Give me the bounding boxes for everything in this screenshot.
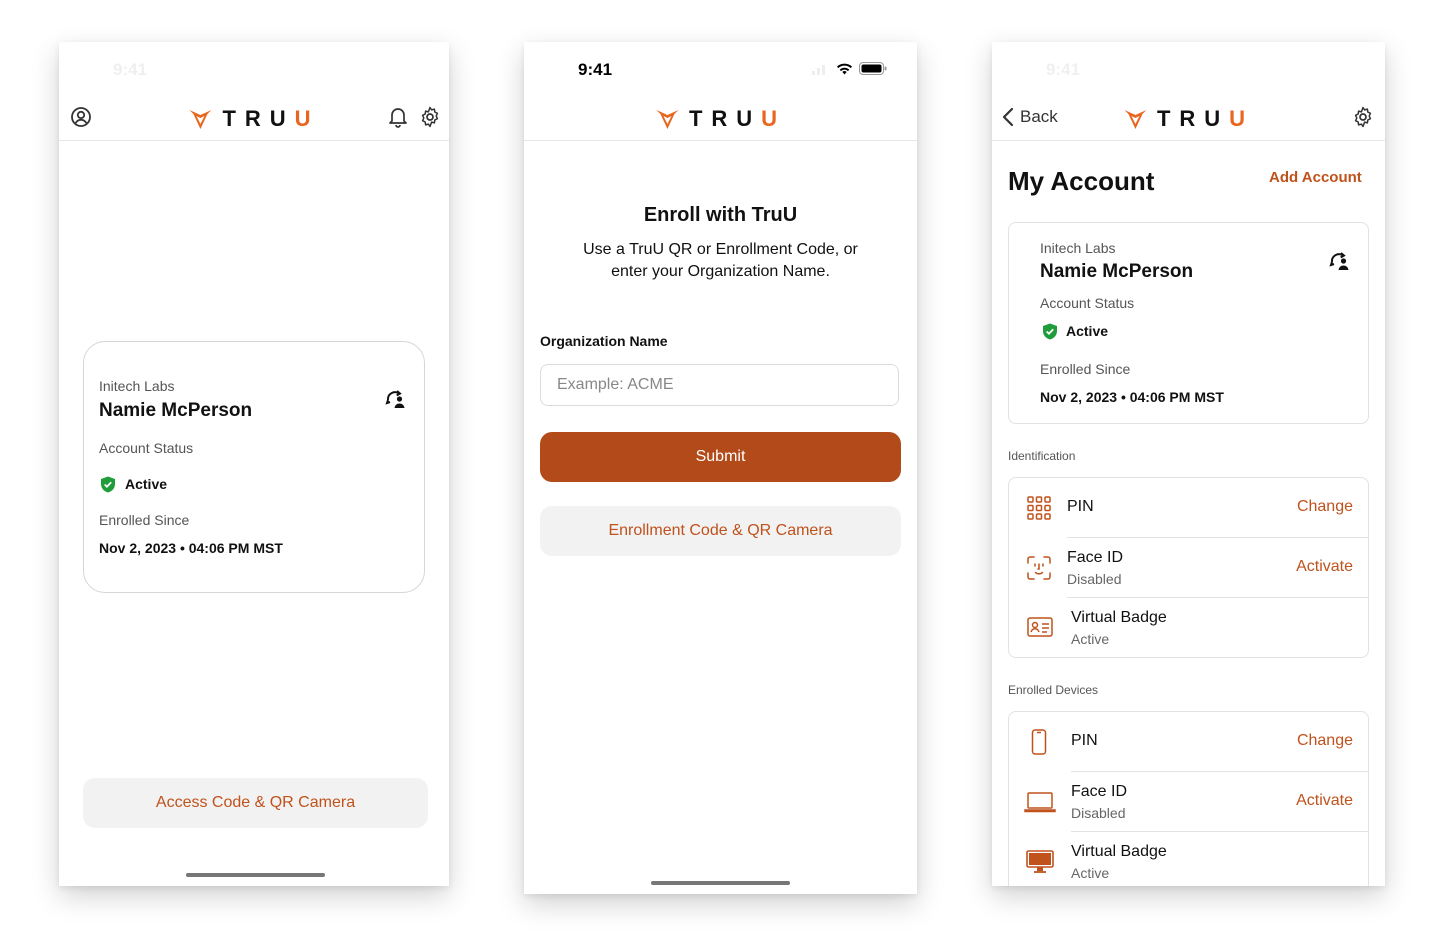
enrolled-label: Enrolled Since <box>99 512 190 528</box>
face-id-icon <box>1027 556 1051 580</box>
enroll-subtitle-2: enter your Organization Name. <box>611 263 830 280</box>
device-item-phone[interactable]: PIN Change <box>1009 712 1368 772</box>
gear-icon[interactable] <box>1352 106 1374 128</box>
submit-button[interactable]: Submit <box>540 432 901 482</box>
enrolled-value: Nov 2, 2023 • 04:06 PM MST <box>1040 389 1224 405</box>
account-card[interactable]: Initech Labs Namie McPerson Account Stat… <box>83 341 425 593</box>
truu-logo: TRUU <box>188 106 319 132</box>
shield-check-icon <box>1042 323 1058 340</box>
status-time: 9:41 <box>578 60 613 79</box>
wifi-icon <box>836 62 853 80</box>
enroll-title: Enroll with TruU <box>643 204 798 226</box>
org-field-label: Organization Name <box>540 333 668 349</box>
item-title: Virtual Badge <box>1071 843 1167 860</box>
enroll-subtitle-1: Use a TruU QR or Enrollment Code, or <box>583 241 858 258</box>
back-label: Back <box>1020 107 1058 126</box>
item-subtitle: Active <box>1071 631 1110 647</box>
enrollment-code-camera-button[interactable]: Enrollment Code & QR Camera <box>540 506 901 556</box>
list-item-face-id[interactable]: Face ID Disabled Activate <box>1009 538 1368 598</box>
account-card[interactable]: Initech Labs Namie McPerson Account Stat… <box>1008 222 1369 424</box>
item-title: PIN <box>1067 498 1094 515</box>
change-device-pin-button[interactable]: Change <box>1297 732 1353 750</box>
home-indicator[interactable] <box>186 873 325 877</box>
phone-icon <box>1031 729 1055 755</box>
enrolled-value: Nov 2, 2023 • 04:06 PM MST <box>99 540 283 556</box>
status-icons <box>812 62 887 80</box>
sync-user-icon[interactable] <box>385 388 407 410</box>
keypad-icon <box>1027 496 1051 520</box>
item-title: Face ID <box>1067 549 1124 566</box>
shield-check-icon <box>100 476 116 493</box>
desktop-icon <box>1026 850 1054 874</box>
status-bar: 9:41 <box>992 42 1385 92</box>
profile-icon[interactable] <box>70 106 92 128</box>
enrolled-label: Enrolled Since <box>1040 361 1131 377</box>
change-pin-button[interactable]: Change <box>1297 498 1353 516</box>
status-bar: 9:41 <box>59 42 449 92</box>
user-name: Namie McPerson <box>1040 261 1194 282</box>
status-value: Active <box>1066 323 1109 339</box>
status-time: 9:41 <box>1046 60 1081 79</box>
back-button[interactable]: Back <box>1002 107 1058 127</box>
truu-logo: TRUU <box>655 106 786 132</box>
item-subtitle: Disabled <box>1071 805 1126 821</box>
item-title: PIN <box>1071 732 1098 749</box>
org-name: Initech Labs <box>99 378 175 394</box>
nav-bar: Back TRUU <box>992 98 1385 141</box>
home-indicator[interactable] <box>651 881 790 885</box>
status-bar: 9:41 <box>524 42 917 92</box>
bell-icon[interactable] <box>387 106 409 128</box>
item-subtitle: Active <box>1071 865 1110 881</box>
gear-icon[interactable] <box>419 106 441 128</box>
battery-icon <box>859 62 887 80</box>
my-account-screen: 9:41 Back TRUU My Account Add Account In… <box>992 42 1385 886</box>
org-name-input[interactable]: Example: ACME <box>540 364 899 406</box>
status-label: Account Status <box>99 440 194 456</box>
device-item-laptop[interactable]: Face ID Disabled Activate <box>1009 772 1368 832</box>
truu-logo: TRUU <box>1123 106 1254 132</box>
chevron-left-icon <box>1002 107 1014 127</box>
nav-bar: TRUU <box>524 98 917 141</box>
page-title: My Account <box>1008 166 1155 196</box>
list-item-pin[interactable]: PIN Change <box>1009 478 1368 538</box>
activate-device-button[interactable]: Activate <box>1296 792 1353 810</box>
enrolled-devices-header: Enrolled Devices <box>1008 683 1099 697</box>
org-name: Initech Labs <box>1040 240 1116 256</box>
identification-header: Identification <box>1008 449 1076 463</box>
badge-icon <box>1027 616 1053 640</box>
item-subtitle: Disabled <box>1067 571 1122 587</box>
identification-list: PIN Change Face ID Disabled Activate Vir… <box>1008 477 1369 658</box>
device-item-desktop[interactable]: Virtual Badge Active <box>1009 832 1368 886</box>
signal-icon <box>812 62 830 80</box>
home-screen: 9:41 TRUU Initech Labs Namie McPerson Ac… <box>59 42 449 886</box>
add-account-link[interactable]: Add Account <box>1269 169 1362 186</box>
user-name: Namie McPerson <box>99 400 253 421</box>
enroll-screen: 9:41 TRUU Enroll with TruU Use a TruU QR… <box>524 42 917 894</box>
logo-wordmark: TRUU <box>222 106 320 131</box>
status-time: 9:41 <box>113 60 148 79</box>
access-code-camera-button[interactable]: Access Code & QR Camera <box>83 778 428 828</box>
list-item-virtual-badge[interactable]: Virtual Badge Active <box>1009 598 1368 658</box>
logo-wordmark: TRUU <box>688 106 787 131</box>
nav-bar: TRUU <box>59 98 449 141</box>
logo-wordmark: TRUU <box>1156 106 1255 131</box>
laptop-icon <box>1024 791 1056 815</box>
sync-user-icon[interactable] <box>1329 250 1351 272</box>
status-label: Account Status <box>1040 295 1135 311</box>
activate-face-id-button[interactable]: Activate <box>1296 558 1353 576</box>
item-title: Virtual Badge <box>1071 609 1167 626</box>
item-title: Face ID <box>1071 783 1128 800</box>
enrolled-devices-list: PIN Change Face ID Disabled Activate Vir… <box>1008 711 1369 886</box>
status-value: Active <box>125 476 168 492</box>
